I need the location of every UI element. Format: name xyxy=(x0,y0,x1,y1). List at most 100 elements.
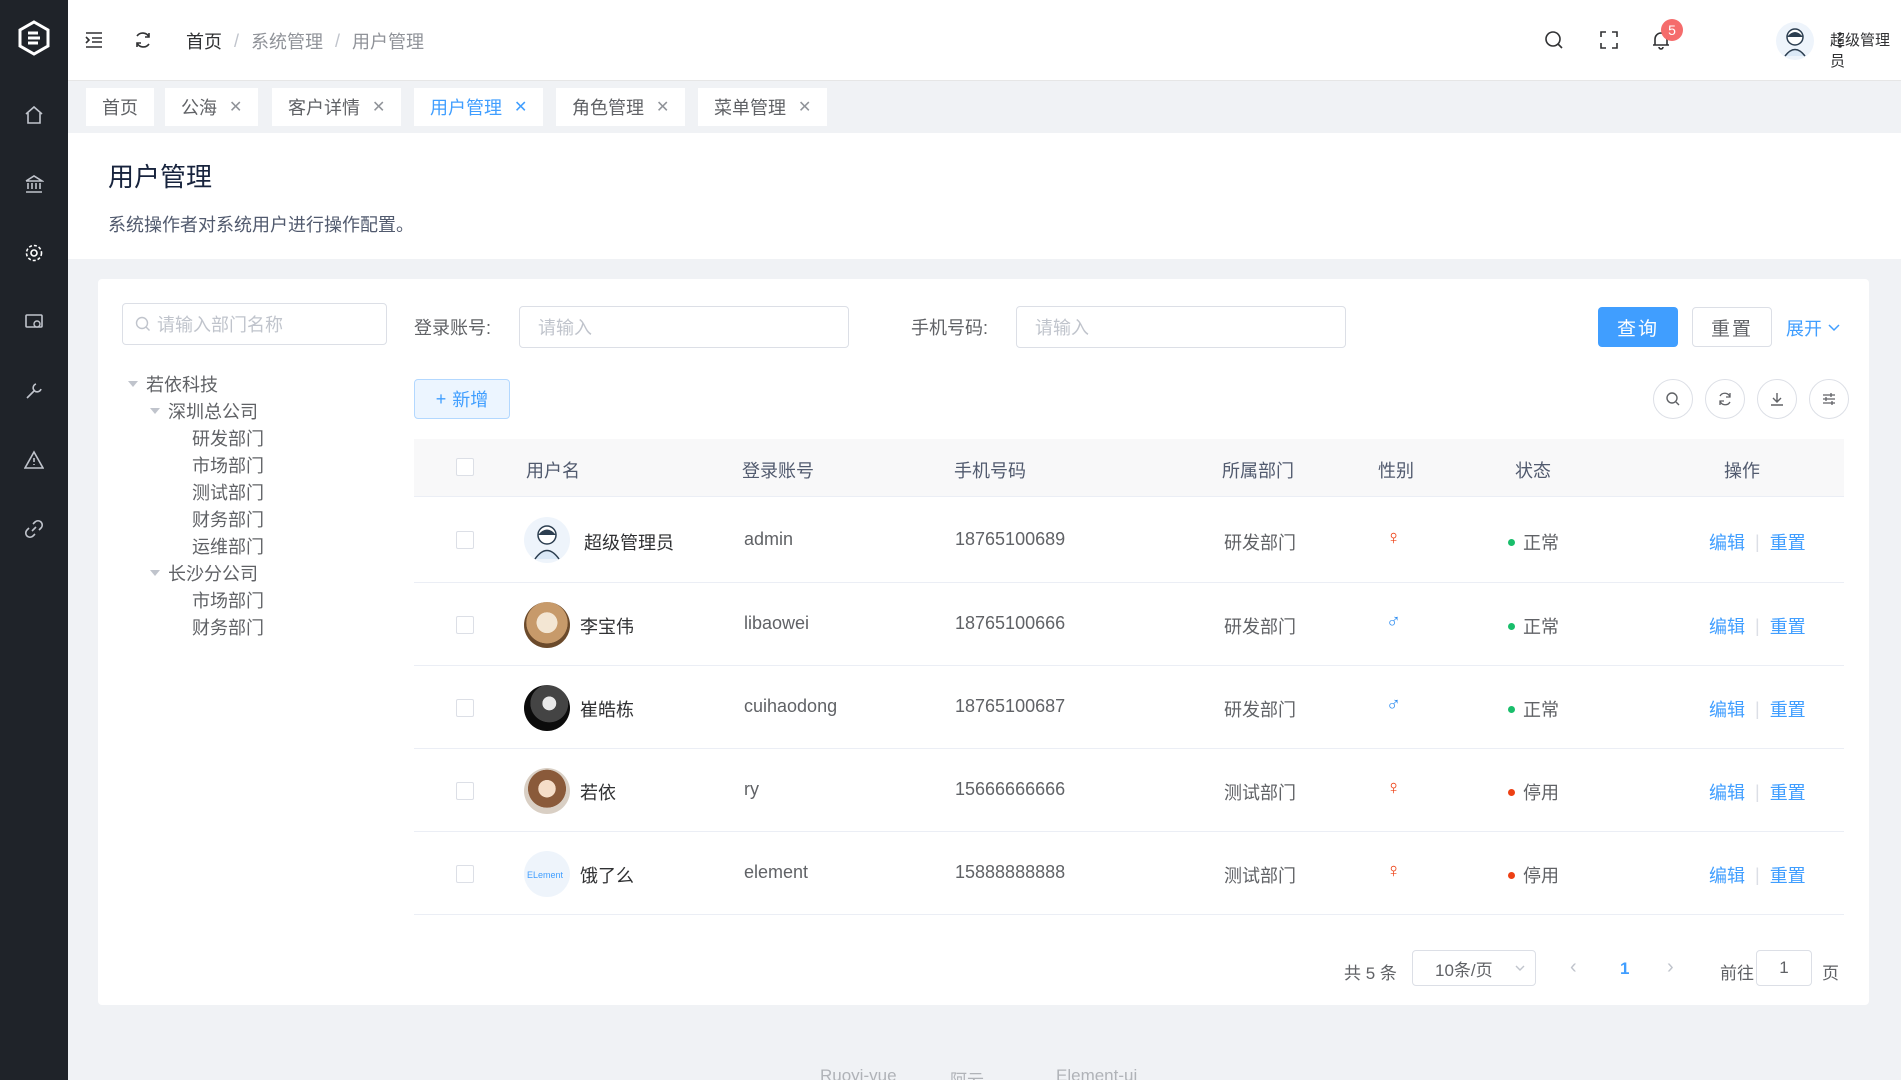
refresh-table-button[interactable] xyxy=(1705,379,1745,419)
account-input[interactable]: 请输入 xyxy=(519,306,849,348)
user-name-cell: 李宝伟 xyxy=(580,617,634,637)
row-checkbox[interactable] xyxy=(456,782,474,800)
dept-search-input[interactable]: 请输入部门名称 xyxy=(122,303,387,345)
tree-node-label: 研发部门 xyxy=(192,429,264,449)
tab-menu-management[interactable]: 菜单管理 ✕ xyxy=(698,88,828,126)
more-vertical-icon[interactable] xyxy=(1828,28,1852,52)
reset-button[interactable]: 重置 xyxy=(1692,307,1772,347)
divider: | xyxy=(1755,615,1760,636)
bank-icon[interactable] xyxy=(22,172,46,196)
tab-label: 公海 xyxy=(181,98,217,118)
tree-node[interactable]: 研发部门 xyxy=(192,425,264,451)
reset-link[interactable]: 重置 xyxy=(1770,779,1806,805)
toggle-search-button[interactable] xyxy=(1653,379,1693,419)
reset-link[interactable]: 重置 xyxy=(1770,613,1806,639)
home-icon[interactable] xyxy=(22,103,46,127)
user-avatar[interactable] xyxy=(1776,22,1814,60)
reset-link[interactable]: 重置 xyxy=(1770,696,1806,722)
query-button[interactable]: 查询 xyxy=(1598,307,1678,347)
edit-link[interactable]: 编辑 xyxy=(1709,529,1745,555)
account-cell: element xyxy=(744,862,809,882)
reset-link[interactable]: 重置 xyxy=(1770,862,1806,888)
close-icon[interactable]: ✕ xyxy=(229,97,242,117)
column-settings-button[interactable] xyxy=(1809,379,1849,419)
tree-node[interactable]: 深圳总公司 xyxy=(150,398,258,424)
select-all-checkbox[interactable] xyxy=(456,458,474,476)
close-icon[interactable]: ✕ xyxy=(514,97,527,117)
breadcrumb-home[interactable]: 首页 xyxy=(186,28,222,54)
row-checkbox[interactable] xyxy=(456,531,474,549)
tab-home[interactable]: 首页 xyxy=(86,88,154,126)
tree-node[interactable]: 财务部门 xyxy=(192,506,264,532)
tab-role-management[interactable]: 角色管理 ✕ xyxy=(556,88,686,126)
expand-button[interactable]: 展开 xyxy=(1786,315,1840,341)
phone-input[interactable]: 请输入 xyxy=(1016,306,1346,348)
tree-node-label: 测试部门 xyxy=(192,483,264,503)
caret-down-icon[interactable] xyxy=(128,381,138,387)
footer-link-element[interactable]: Element-ui xyxy=(1056,1066,1137,1080)
page-number-current[interactable]: 1 xyxy=(1620,959,1629,979)
goto-page-input[interactable]: 1 xyxy=(1756,950,1812,986)
breadcrumb: 首页 / 系统管理 / 用户管理 xyxy=(186,28,424,54)
tree-node[interactable]: 测试部门 xyxy=(192,479,264,505)
footer-link-ruoyi[interactable]: Ruoyi-vue xyxy=(820,1066,897,1080)
edit-link[interactable]: 编辑 xyxy=(1709,613,1745,639)
tab-public-sea[interactable]: 公海 ✕ xyxy=(165,88,259,126)
topbar: 首页 / 系统管理 / 用户管理 5 超级管理员 xyxy=(68,0,1901,81)
status-text: 正常 xyxy=(1523,617,1559,637)
page-size-value: 10条/页 xyxy=(1435,960,1493,980)
caret-down-icon[interactable] xyxy=(150,570,160,576)
tree-node[interactable]: 市场部门 xyxy=(192,587,264,613)
page-unit-label: 页 xyxy=(1822,964,1839,983)
goto-label: 前往 xyxy=(1720,964,1754,983)
close-icon[interactable]: ✕ xyxy=(656,97,669,117)
tree-node[interactable]: 长沙分公司 xyxy=(150,560,258,586)
edit-link[interactable]: 编辑 xyxy=(1709,862,1745,888)
tab-user-management[interactable]: 用户管理 ✕ xyxy=(414,88,544,126)
link-icon[interactable] xyxy=(22,517,46,541)
download-icon xyxy=(1771,393,1783,406)
tree-node-label: 长沙分公司 xyxy=(168,564,258,584)
menu-fold-icon[interactable] xyxy=(82,28,106,52)
tree-node[interactable]: 财务部门 xyxy=(192,614,264,640)
footer-link-aliyun[interactable]: 阿云 xyxy=(950,1066,984,1080)
tree-node[interactable]: 市场部门 xyxy=(192,452,264,478)
close-icon[interactable]: ✕ xyxy=(798,97,811,117)
row-actions: 编辑 | 重置 xyxy=(1709,696,1806,722)
breadcrumb-current: 用户管理 xyxy=(352,32,425,52)
row-checkbox[interactable] xyxy=(456,865,474,883)
close-icon[interactable]: ✕ xyxy=(372,97,385,117)
refresh-icon[interactable] xyxy=(131,28,155,52)
prev-page-icon[interactable]: ‹ xyxy=(1570,956,1577,979)
export-button[interactable] xyxy=(1757,379,1797,419)
monitor-icon[interactable] xyxy=(22,310,46,334)
status-cell: 正常 xyxy=(1508,613,1559,639)
edit-link[interactable]: 编辑 xyxy=(1709,696,1745,722)
add-button[interactable]: + 新增 xyxy=(414,379,510,419)
status-dot xyxy=(1508,871,1515,879)
tree-node[interactable]: 运维部门 xyxy=(192,533,264,559)
settings-icon[interactable] xyxy=(22,241,46,265)
row-checkbox[interactable] xyxy=(456,699,474,717)
warning-icon[interactable] xyxy=(22,448,46,472)
caret-down-icon[interactable] xyxy=(150,408,160,414)
sliders-icon xyxy=(1823,393,1835,405)
edit-link[interactable]: 编辑 xyxy=(1709,779,1745,805)
row-checkbox[interactable] xyxy=(456,616,474,634)
table-row: ELement 饿了么 element 15888888888 测试部门 ♀ 停… xyxy=(414,832,1844,915)
app-logo[interactable] xyxy=(18,20,50,56)
search-icon[interactable] xyxy=(1542,28,1566,52)
status-text: 停用 xyxy=(1523,783,1559,803)
next-page-icon[interactable]: › xyxy=(1667,956,1674,979)
phone-cell: 18765100689 xyxy=(955,529,1066,549)
row-actions: 编辑 | 重置 xyxy=(1709,613,1806,639)
reset-link[interactable]: 重置 xyxy=(1770,529,1806,555)
fullscreen-icon[interactable] xyxy=(1597,28,1621,52)
tool-icon[interactable] xyxy=(22,379,46,403)
page-size-select[interactable]: 10条/页 xyxy=(1412,950,1536,986)
column-header: 性别 xyxy=(1378,461,1414,481)
tree-node[interactable]: 若依科技 xyxy=(128,371,218,397)
status-cell: 正常 xyxy=(1508,696,1559,722)
tree-node-label: 深圳总公司 xyxy=(168,402,258,422)
tab-customer-detail[interactable]: 客户详情 ✕ xyxy=(272,88,402,126)
